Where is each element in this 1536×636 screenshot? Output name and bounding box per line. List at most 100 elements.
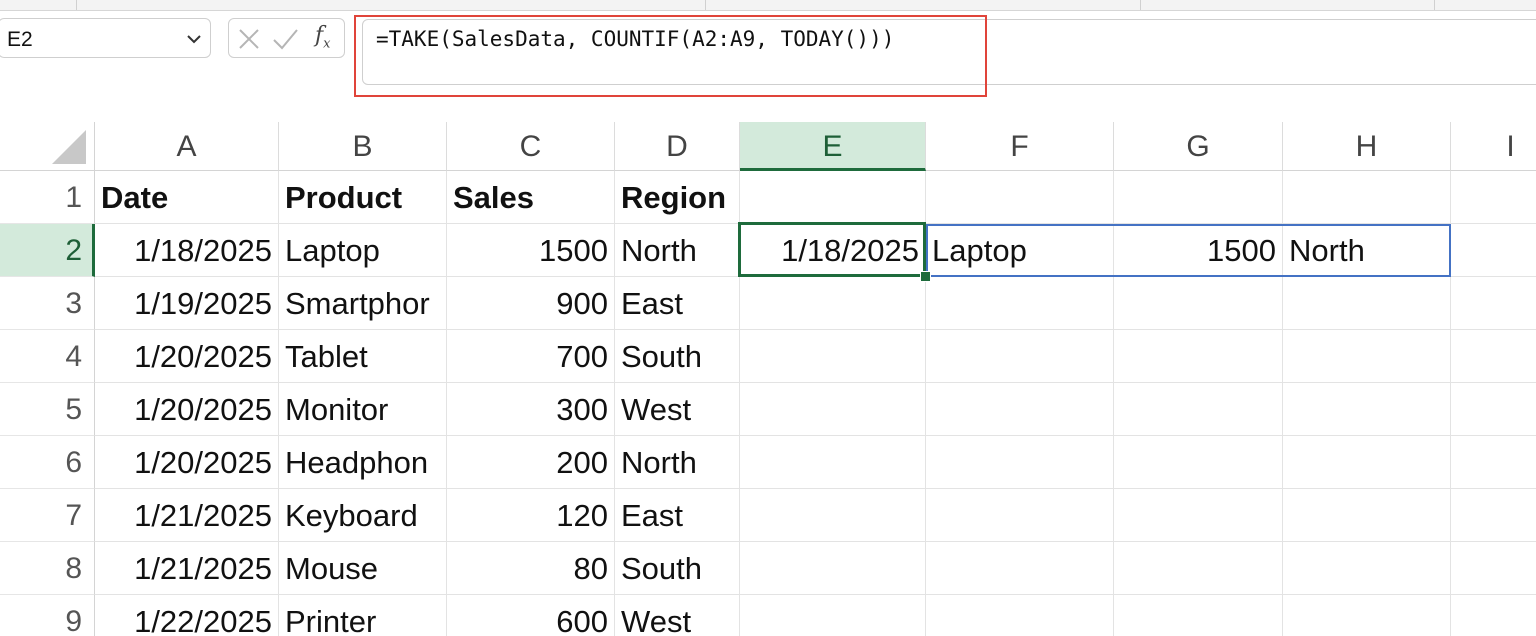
enter-check-icon[interactable] xyxy=(271,25,299,53)
cell-g8[interactable] xyxy=(1114,542,1283,595)
cell-b3[interactable]: Smartphor xyxy=(279,277,447,330)
cell-a4[interactable]: 1/20/2025 xyxy=(95,330,279,383)
cell-f9[interactable] xyxy=(926,595,1114,636)
cell-g6[interactable] xyxy=(1114,436,1283,489)
cell-c6[interactable]: 200 xyxy=(447,436,615,489)
cell-i9[interactable] xyxy=(1451,595,1536,636)
cell-h3[interactable] xyxy=(1283,277,1451,330)
row-header-7[interactable]: 7 xyxy=(0,489,95,542)
cell-g7[interactable] xyxy=(1114,489,1283,542)
cell-g5[interactable] xyxy=(1114,383,1283,436)
cell-d3[interactable]: East xyxy=(615,277,740,330)
cell-d7[interactable]: East xyxy=(615,489,740,542)
cell-c5[interactable]: 300 xyxy=(447,383,615,436)
cell-c4[interactable]: 700 xyxy=(447,330,615,383)
cell-d8[interactable]: South xyxy=(615,542,740,595)
cell-c9[interactable]: 600 xyxy=(447,595,615,636)
cell-b1[interactable]: Product xyxy=(279,171,447,224)
cell-d6[interactable]: North xyxy=(615,436,740,489)
cell-h1[interactable] xyxy=(1283,171,1451,224)
cell-b5[interactable]: Monitor xyxy=(279,383,447,436)
cell-g1[interactable] xyxy=(1114,171,1283,224)
cell-b2[interactable]: Laptop xyxy=(279,224,447,277)
cell-e1[interactable] xyxy=(740,171,926,224)
cell-e5[interactable] xyxy=(740,383,926,436)
cell-h8[interactable] xyxy=(1283,542,1451,595)
column-header-d[interactable]: D xyxy=(615,122,740,171)
cell-b8[interactable]: Mouse xyxy=(279,542,447,595)
cell-i7[interactable] xyxy=(1451,489,1536,542)
cell-f3[interactable] xyxy=(926,277,1114,330)
cell-f5[interactable] xyxy=(926,383,1114,436)
cell-h9[interactable] xyxy=(1283,595,1451,636)
column-header-i[interactable]: I xyxy=(1451,122,1536,171)
cell-c3[interactable]: 900 xyxy=(447,277,615,330)
cell-i5[interactable] xyxy=(1451,383,1536,436)
cell-a3[interactable]: 1/19/2025 xyxy=(95,277,279,330)
cell-e9[interactable] xyxy=(740,595,926,636)
cell-i1[interactable] xyxy=(1451,171,1536,224)
cell-b7[interactable]: Keyboard xyxy=(279,489,447,542)
cell-f1[interactable] xyxy=(926,171,1114,224)
column-header-b[interactable]: B xyxy=(279,122,447,171)
column-header-f[interactable]: F xyxy=(926,122,1114,171)
cell-a6[interactable]: 1/20/2025 xyxy=(95,436,279,489)
row-header-4[interactable]: 4 xyxy=(0,330,95,383)
cell-e4[interactable] xyxy=(740,330,926,383)
cell-d1[interactable]: Region xyxy=(615,171,740,224)
column-header-g[interactable]: G xyxy=(1114,122,1283,171)
cell-c8[interactable]: 80 xyxy=(447,542,615,595)
cell-i4[interactable] xyxy=(1451,330,1536,383)
cell-a8[interactable]: 1/21/2025 xyxy=(95,542,279,595)
cell-f4[interactable] xyxy=(926,330,1114,383)
cell-h7[interactable] xyxy=(1283,489,1451,542)
column-header-a[interactable]: A xyxy=(95,122,279,171)
cell-g3[interactable] xyxy=(1114,277,1283,330)
select-all-button[interactable] xyxy=(0,122,95,171)
column-header-e[interactable]: E xyxy=(740,122,926,171)
cell-e7[interactable] xyxy=(740,489,926,542)
cell-i2[interactable] xyxy=(1451,224,1536,277)
cell-f2[interactable]: Laptop xyxy=(926,224,1114,277)
cell-c7[interactable]: 120 xyxy=(447,489,615,542)
cell-i6[interactable] xyxy=(1451,436,1536,489)
cell-h6[interactable] xyxy=(1283,436,1451,489)
cell-c1[interactable]: Sales xyxy=(447,171,615,224)
cell-h2[interactable]: North xyxy=(1283,224,1451,277)
cell-b4[interactable]: Tablet xyxy=(279,330,447,383)
row-header-9[interactable]: 9 xyxy=(0,595,95,636)
row-header-3[interactable]: 3 xyxy=(0,277,95,330)
column-header-h[interactable]: H xyxy=(1283,122,1451,171)
cell-d2[interactable]: North xyxy=(615,224,740,277)
cell-g2[interactable]: 1500 xyxy=(1114,224,1283,277)
cell-e6[interactable] xyxy=(740,436,926,489)
cell-g4[interactable] xyxy=(1114,330,1283,383)
cell-e3[interactable] xyxy=(740,277,926,330)
cell-f6[interactable] xyxy=(926,436,1114,489)
cell-a1[interactable]: Date xyxy=(95,171,279,224)
cell-f7[interactable] xyxy=(926,489,1114,542)
cell-i8[interactable] xyxy=(1451,542,1536,595)
cell-b9[interactable]: Printer xyxy=(279,595,447,636)
cell-i3[interactable] xyxy=(1451,277,1536,330)
row-header-6[interactable]: 6 xyxy=(0,436,95,489)
cell-f8[interactable] xyxy=(926,542,1114,595)
row-header-2[interactable]: 2 xyxy=(0,224,95,277)
row-header-5[interactable]: 5 xyxy=(0,383,95,436)
chevron-down-icon[interactable] xyxy=(184,29,204,49)
cancel-icon[interactable] xyxy=(235,25,263,53)
cell-a5[interactable]: 1/20/2025 xyxy=(95,383,279,436)
cell-c2[interactable]: 1500 xyxy=(447,224,615,277)
cell-h5[interactable] xyxy=(1283,383,1451,436)
cell-a7[interactable]: 1/21/2025 xyxy=(95,489,279,542)
cell-d9[interactable]: West xyxy=(615,595,740,636)
cell-b6[interactable]: Headphon xyxy=(279,436,447,489)
cell-a9[interactable]: 1/22/2025 xyxy=(95,595,279,636)
row-header-8[interactable]: 8 xyxy=(0,542,95,595)
cell-e8[interactable] xyxy=(740,542,926,595)
name-box[interactable]: E2 xyxy=(0,18,211,58)
row-header-1[interactable]: 1 xyxy=(0,171,95,224)
cell-d4[interactable]: South xyxy=(615,330,740,383)
cell-h4[interactable] xyxy=(1283,330,1451,383)
cell-g9[interactable] xyxy=(1114,595,1283,636)
